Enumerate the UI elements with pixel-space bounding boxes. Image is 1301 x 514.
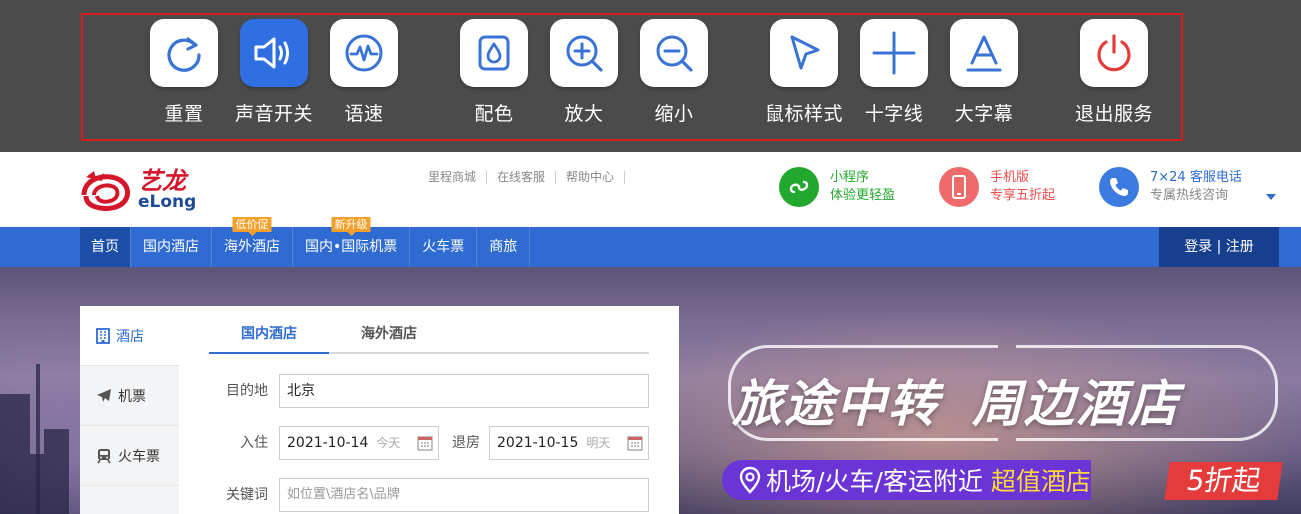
location-pin-icon [739, 466, 761, 494]
checkout-date-value: 2021-10-15 [497, 435, 579, 451]
big-caption-button[interactable]: 大字幕 [939, 19, 1029, 126]
mobile-app-title: 手机版 [990, 170, 1030, 185]
cursor-style-label: 鼠标样式 [764, 103, 843, 125]
banner-headline: 旅途中转 周边酒店 [732, 364, 1180, 436]
zoom-in-label: 放大 [564, 103, 604, 125]
upgrade-badge: 新升级 [331, 217, 371, 236]
service-hotline-title: 7×24 客服电话 [1150, 170, 1242, 185]
speech-speed-label: 语速 [344, 103, 384, 125]
mileage-mall-link[interactable]: 里程商城 [418, 171, 488, 184]
dragon-logo-icon [81, 171, 131, 212]
banner-title-right: 周边酒店 [972, 375, 1180, 433]
keyword-input[interactable]: 如位置\酒店名\品牌 [279, 478, 649, 512]
zoom-in-button[interactable]: 放大 [539, 19, 629, 126]
big-caption-icon [950, 19, 1018, 87]
mobile-app-promo[interactable]: 手机版 专享五折起 [939, 167, 1055, 207]
mini-program-promo[interactable]: 小程序 体验更轻盈 [779, 167, 895, 207]
crosshair-label: 十字线 [864, 103, 924, 125]
sound-toggle-label: 声音开关 [234, 103, 313, 125]
top-links: 里程商城 在线客服 帮助中心 [418, 171, 626, 184]
main-nav: 首页 国内酒店 低价促 海外酒店 新升级 国内•国际机票 火车票 商旅 登录 |… [0, 217, 1301, 267]
nav-home[interactable]: 首页 [80, 227, 131, 267]
cursor-style-button[interactable]: 鼠标样式 [759, 19, 849, 126]
reset-label: 重置 [164, 103, 204, 125]
online-service-link[interactable]: 在线客服 [487, 171, 557, 184]
exit-service-button[interactable]: 退出服务 [1069, 19, 1159, 126]
banner-strip-text: 机场/火车/客运附近 [766, 467, 983, 496]
hotel-icon [96, 327, 110, 344]
zoom-out-label: 缩小 [654, 103, 694, 125]
big-caption-label: 大字幕 [954, 103, 1014, 125]
banner-strip-highlight: 超值酒店 [990, 467, 1091, 496]
nav-train[interactable]: 火车票 [410, 227, 478, 267]
reset-icon [150, 19, 218, 87]
site-header: 艺龙 eLong 里程商城 在线客服 帮助中心 小程序 体验更轻盈 手机版 专享… [0, 152, 1301, 227]
mini-program-icon [779, 167, 819, 207]
checkin-date-value: 2021-10-14 [287, 435, 369, 451]
tab-hotel[interactable]: 酒店 [80, 306, 179, 366]
color-scheme-button[interactable]: 配色 [449, 19, 539, 126]
speech-speed-button[interactable]: 语速 [319, 19, 409, 126]
zoom-out-icon [640, 19, 708, 87]
help-center-link[interactable]: 帮助中心 [556, 171, 626, 184]
reset-button[interactable]: 重置 [139, 19, 229, 126]
mobile-phone-icon [939, 167, 979, 207]
nav-overseas-hotel[interactable]: 低价促 海外酒店 [212, 217, 293, 267]
mobile-app-subtitle: 专享五折起 [990, 188, 1056, 203]
login-register-button[interactable]: 登录 | 注册 [1159, 227, 1279, 267]
banner-title-left: 旅途中转 [732, 375, 940, 433]
color-drop-icon [460, 19, 528, 87]
keyword-label: 关键词 [226, 487, 268, 503]
cursor-icon [770, 19, 838, 87]
nav-domestic-hotel[interactable]: 国内酒店 [131, 227, 212, 267]
tab-domestic-hotel[interactable]: 国内酒店 [209, 323, 329, 354]
checkout-date-hint: 明天 [586, 436, 611, 450]
tab-overseas-hotel[interactable]: 海外酒店 [329, 323, 449, 352]
crosshair-button[interactable]: 十字线 [849, 19, 939, 126]
zoom-out-button[interactable]: 缩小 [629, 19, 719, 126]
checkout-date-input[interactable]: 2021-10-15 明天 [489, 426, 649, 460]
logo-chinese-text: 艺龙 [138, 167, 186, 195]
destination-input[interactable]: 北京 [279, 374, 649, 408]
exit-service-label: 退出服务 [1074, 103, 1153, 125]
hotel-type-tabs: 国内酒店 海外酒店 [209, 323, 649, 354]
mini-program-title: 小程序 [830, 170, 870, 185]
low-price-badge: 低价促 [232, 217, 272, 236]
caret-down-icon[interactable] [1265, 193, 1277, 201]
calendar-icon[interactable] [417, 435, 433, 451]
color-scheme-label: 配色 [474, 103, 514, 125]
crosshair-icon [860, 19, 928, 87]
checkin-date-hint: 今天 [376, 436, 401, 450]
service-hotline-subtitle: 专属热线咨询 [1150, 188, 1229, 203]
service-hotline-promo[interactable]: 7×24 客服电话 专属热线咨询 [1099, 167, 1242, 207]
destination-label: 目的地 [226, 383, 268, 399]
speed-waveform-icon [330, 19, 398, 87]
calendar-icon[interactable] [627, 435, 643, 451]
power-icon [1080, 19, 1148, 87]
discount-badge: 5折起 [1164, 462, 1283, 500]
logo-english-text: eLong [138, 192, 197, 212]
search-panel: 酒店 机票 火车票 国内酒店 海外酒店 目的地 北京 入住 2021-10-14… [80, 306, 679, 514]
elong-logo[interactable]: 艺龙 eLong [80, 164, 200, 216]
accessibility-toolbar: 重置 声音开关 语速 配色 放大 缩小 鼠标样式 十字线 大字幕 退出服务 [0, 0, 1301, 152]
checkin-label: 入住 [240, 435, 268, 451]
phone-icon [1099, 167, 1139, 207]
speaker-icon [240, 19, 308, 87]
nav-business-travel[interactable]: 商旅 [477, 227, 531, 267]
checkout-label: 退房 [452, 435, 480, 451]
zoom-in-icon [550, 19, 618, 87]
checkin-date-input[interactable]: 2021-10-14 今天 [279, 426, 439, 460]
mini-program-subtitle: 体验更轻盈 [830, 188, 896, 203]
nav-flights[interactable]: 新升级 国内•国际机票 [293, 217, 411, 267]
banner-strip: 机场/火车/客运附近 超值酒店 [722, 460, 1091, 500]
sound-toggle-button[interactable]: 声音开关 [229, 19, 319, 126]
